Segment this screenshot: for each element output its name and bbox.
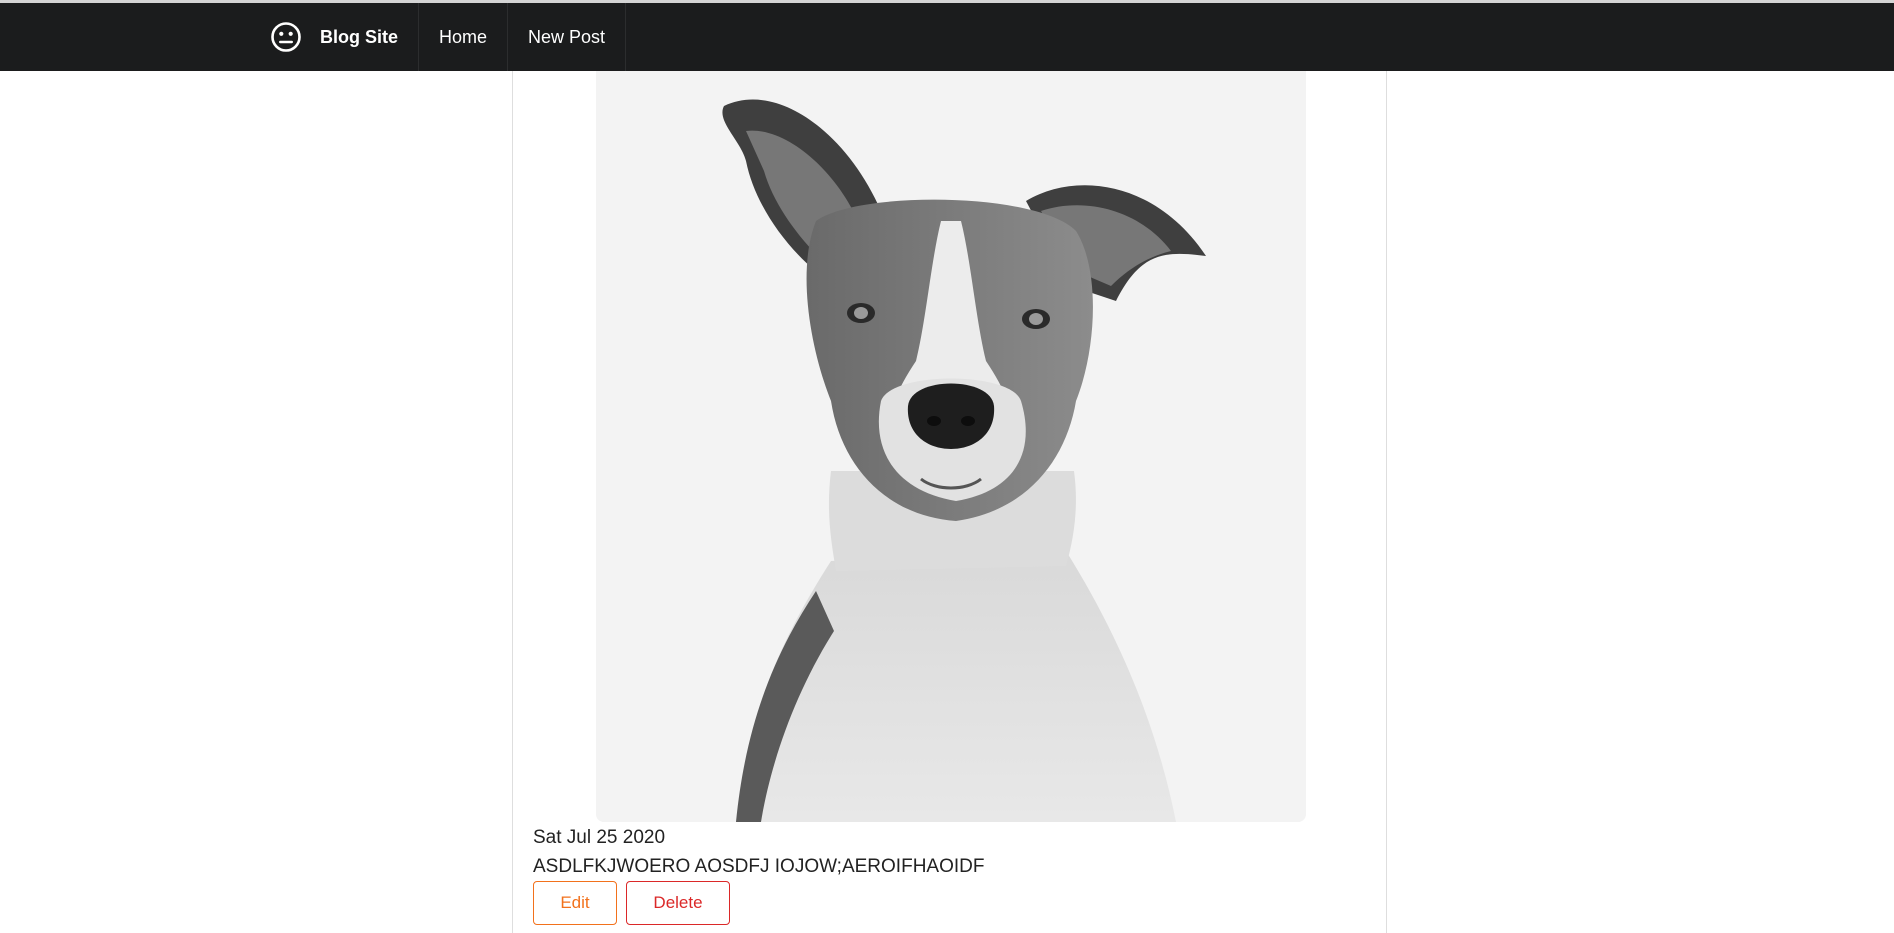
post-body-text: ASDLFKJWOERO AOSDFJ IOJOW;AEROIFHAOIDF [533, 856, 985, 877]
post-date: Sat Jul 25 2020 [533, 827, 666, 848]
nav-item-home[interactable]: Home [419, 3, 509, 71]
brand-link[interactable]: Blog Site [254, 3, 420, 71]
edit-button[interactable]: Edit [533, 881, 617, 925]
brand-title: Blog Site [320, 26, 399, 47]
post-card: Sat Jul 25 2020 ASDLFKJWOERO AOSDFJ IOJO… [512, 71, 1387, 933]
post-image [596, 71, 1306, 822]
neutral-face-icon [270, 21, 302, 53]
nav-item-new-post[interactable]: New Post [508, 3, 627, 71]
delete-button[interactable]: Delete [626, 881, 730, 925]
navbar-menu: Blog Site Home New Post [254, 3, 627, 71]
top-navbar: Blog Site Home New Post [0, 3, 1894, 71]
